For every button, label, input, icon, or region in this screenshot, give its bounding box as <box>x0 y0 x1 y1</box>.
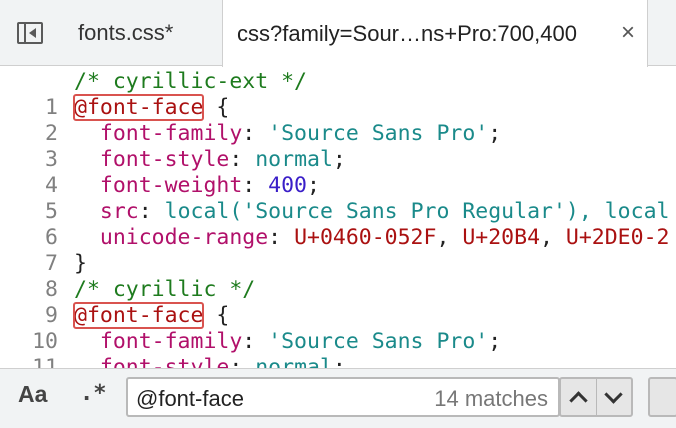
match-case-toggle[interactable]: Aa <box>18 381 47 408</box>
chevron-up-icon <box>569 390 588 410</box>
brace: { <box>203 303 230 328</box>
brace: { <box>203 95 230 120</box>
code-line: 4 font-style: normal; <box>0 147 676 198</box>
sidebar-toggle-icon <box>17 22 43 44</box>
sidebar-toggle-button[interactable] <box>0 0 60 66</box>
next-match-button[interactable] <box>595 379 632 415</box>
colon: : <box>229 147 256 172</box>
match-count: 14 matches <box>434 386 548 411</box>
css-property: font-family <box>99 329 243 354</box>
css-keyword: normal <box>255 147 333 172</box>
code-line: 6 src: local('Source Sans Pro Regular'),… <box>0 199 676 250</box>
code-line: 8 } <box>0 251 676 302</box>
semicolon: ; <box>307 173 320 198</box>
css-function: ), local <box>565 199 670 224</box>
tab-fonts-css[interactable]: fonts.css* <box>60 0 222 66</box>
semicolon: ; <box>488 121 502 146</box>
colon: : <box>138 199 165 224</box>
comma: , <box>436 225 463 250</box>
code-line: 7 unicode-range: U+0460-052F, U+20B4, U+… <box>0 225 676 276</box>
comment: /* cyrillic-ext */ <box>74 69 307 94</box>
colon: : <box>242 173 269 198</box>
css-property: font-weight <box>99 173 243 198</box>
css-unicode-range: U+2DE0-2 <box>565 225 670 250</box>
css-property: font-family <box>99 121 243 146</box>
css-keyword: normal <box>255 355 333 368</box>
code-line: 9 /* cyrillic */ <box>0 277 676 328</box>
search-bar: Aa .* @font-face 14 matches <box>0 368 676 428</box>
colon: : <box>242 329 269 354</box>
css-string: 'Source Sans Pro' <box>268 121 489 146</box>
search-match-highlight: @font-face <box>72 94 205 121</box>
css-string: 'Source Sans Pro Regular' <box>242 199 566 224</box>
code-line: 1 /* cyrillic-ext */ <box>0 69 676 120</box>
chevron-down-icon <box>604 384 623 404</box>
tab-bar: fonts.css* css?family=Sour…ns+Pro:700,40… <box>0 0 676 67</box>
css-number: 400 <box>268 173 308 198</box>
brace: } <box>74 251 87 276</box>
code-line: 3 font-family: 'Source Sans Pro'; <box>0 121 676 172</box>
semicolon: ; <box>332 147 346 172</box>
css-property: font-style <box>99 147 230 172</box>
colon: : <box>242 121 269 146</box>
css-function: local( <box>164 199 243 224</box>
css-string: 'Source Sans Pro' <box>268 329 489 354</box>
search-input[interactable]: @font-face 14 matches <box>126 377 560 417</box>
close-icon[interactable]: × <box>621 21 635 45</box>
tab-label: css?family=Sour…ns+Pro:700,400 <box>237 20 577 46</box>
code-line: 10 @font-face { <box>0 302 676 354</box>
semicolon: ; <box>488 329 502 354</box>
previous-match-button[interactable] <box>561 379 596 415</box>
match-navigation <box>559 377 633 417</box>
tab-label: fonts.css* <box>78 20 174 45</box>
colon: : <box>268 225 295 250</box>
search-query[interactable]: @font-face <box>136 386 244 412</box>
replace-toggle-button[interactable] <box>648 377 676 417</box>
colon: : <box>229 355 256 368</box>
code-line: 2 @font-face { <box>0 94 676 146</box>
comma: , <box>540 225 566 250</box>
code-line: 12 font-style: normal; <box>0 355 676 368</box>
code-editor[interactable]: 1 /* cyrillic-ext */ 2 @font-face { 3 fo… <box>0 66 676 368</box>
comment: /* cyrillic */ <box>74 277 256 302</box>
code-line: 11 font-family: 'Source Sans Pro'; <box>0 329 676 368</box>
css-unicode-range: U+20B4 <box>462 225 541 250</box>
regex-toggle[interactable]: .* <box>80 381 107 406</box>
semicolon: ; <box>332 355 346 368</box>
css-property: src <box>99 199 139 224</box>
css-unicode-range: U+0460-052F <box>294 225 437 250</box>
tab-source-sans-css[interactable]: css?family=Sour…ns+Pro:700,400 × <box>222 0 648 67</box>
css-property: unicode-range <box>99 225 269 250</box>
code-line: 5 font-weight: 400; <box>0 173 676 224</box>
search-match-highlight: @font-face <box>72 302 205 329</box>
css-property: font-style <box>99 355 230 368</box>
